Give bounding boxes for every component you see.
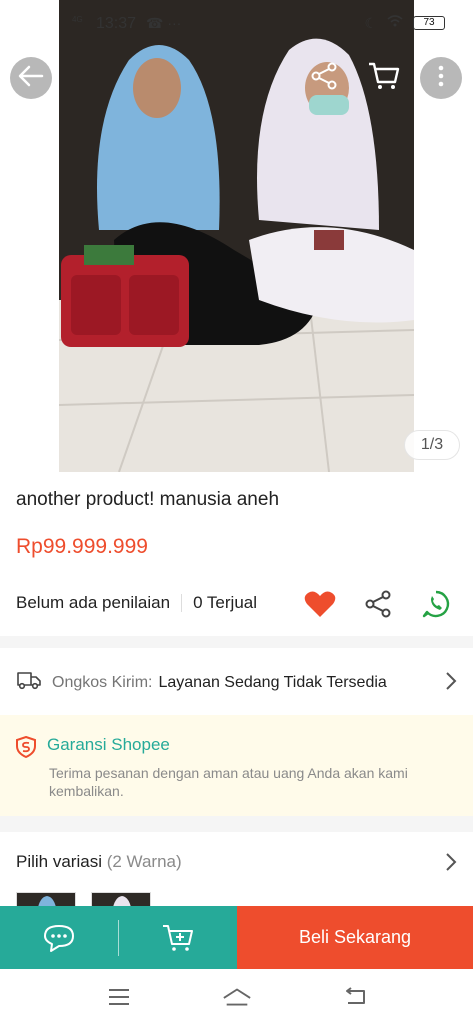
notification-icons: ☎ ··· — [146, 15, 182, 31]
buy-now-button[interactable]: Beli Sekarang — [237, 906, 473, 969]
share-product-button[interactable] — [360, 586, 396, 622]
product-price: Rp99.999.999 — [16, 535, 148, 558]
back-button[interactable] — [10, 57, 52, 99]
guarantee-description: Terima pesanan dengan aman atau uang And… — [49, 765, 408, 799]
product-page: 4G 13:37 ☎ ··· ☾ 73 1/3 another product!… — [0, 0, 473, 1024]
whatsapp-share-button[interactable] — [418, 586, 454, 622]
shipping-label: Ongkos Kirim: — [52, 673, 153, 691]
menu-icon[interactable] — [104, 982, 134, 1012]
add-to-cart-icon — [163, 924, 193, 951]
shipping-row[interactable]: Ongkos Kirim: Layanan Sedang Tidak Terse… — [0, 650, 473, 715]
network-indicator: 4G — [72, 15, 83, 24]
product-image-carousel[interactable]: 4G 13:37 ☎ ··· ☾ 73 1/3 — [0, 0, 473, 472]
meta-divider — [181, 594, 183, 612]
variant-title: Pilih variasi — [16, 852, 102, 871]
product-title: another product! manusia aneh — [16, 489, 280, 510]
status-right-icons: ☾ 73 — [364, 14, 445, 32]
status-time: 13:37 — [96, 15, 137, 32]
heart-icon — [304, 591, 336, 617]
arrow-left-icon — [18, 65, 44, 92]
product-photo[interactable] — [59, 0, 414, 472]
share-icon — [365, 590, 391, 618]
shield-icon — [16, 735, 36, 763]
status-bar: 4G 13:37 ☎ ··· ☾ 73 — [0, 0, 473, 48]
variant-label: Pilih variasi (2 Warna) — [16, 852, 182, 872]
share-button[interactable] — [306, 60, 342, 96]
section-divider — [0, 816, 473, 832]
chevron-right-icon — [445, 671, 457, 696]
more-vertical-icon — [438, 65, 444, 92]
guarantee-banner[interactable]: Garansi Shopee Terima pesanan dengan ama… — [0, 715, 473, 816]
cart-icon — [367, 61, 401, 96]
back-nav-icon[interactable] — [340, 982, 370, 1012]
shipping-value: Layanan Sedang Tidak Tersedia — [158, 673, 387, 691]
whatsapp-icon — [422, 590, 450, 618]
system-navigation-bar — [0, 969, 473, 1024]
more-options-button[interactable] — [420, 57, 462, 99]
favorite-button[interactable] — [302, 586, 338, 622]
section-divider — [0, 636, 473, 648]
product-actions — [302, 586, 454, 622]
chat-button[interactable] — [0, 906, 118, 969]
rating-text: Belum ada penilaian — [16, 593, 171, 612]
wifi-icon — [387, 14, 403, 32]
sold-count: 0 Terjual — [193, 593, 258, 612]
bottom-action-bar: Beli Sekarang — [0, 906, 473, 969]
battery-indicator: 73 — [413, 16, 445, 30]
product-meta: Belum ada penilaian 0 Terjual — [16, 593, 257, 613]
chat-icon — [44, 924, 74, 952]
moon-icon: ☾ — [364, 14, 377, 31]
cart-button[interactable] — [366, 60, 402, 96]
action-divider — [118, 906, 119, 969]
truck-icon — [16, 670, 42, 695]
guarantee-title: Garansi Shopee — [47, 735, 170, 754]
share-icon — [310, 62, 338, 95]
variant-selector[interactable]: Pilih variasi (2 Warna) — [0, 832, 473, 892]
chevron-right-icon — [445, 852, 457, 877]
home-icon[interactable] — [222, 982, 252, 1012]
image-counter: 1/3 — [404, 430, 460, 460]
add-to-cart-button[interactable] — [119, 906, 237, 969]
variant-count: (2 Warna) — [106, 852, 182, 871]
